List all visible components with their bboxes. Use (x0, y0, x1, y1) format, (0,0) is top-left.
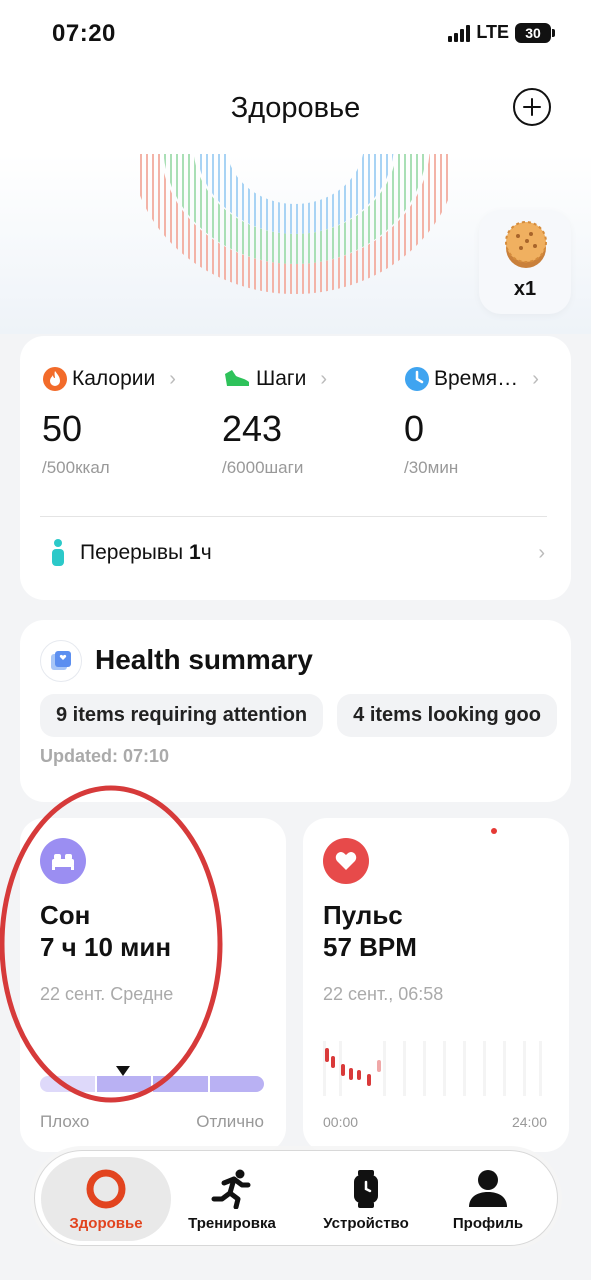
metric-value: 243 (222, 408, 283, 449)
flame-icon (43, 367, 67, 391)
chip-good[interactable]: 4 items looking goo (337, 694, 557, 737)
metric-steps[interactable]: Шаги › 243 /6000шаги (222, 366, 392, 478)
sleep-low-label: Плохо (40, 1112, 90, 1131)
summary-chips: 9 items requiring attention 4 items look… (40, 694, 557, 737)
page-title: Здоровье (230, 92, 361, 124)
top-bar: Здоровье (0, 70, 591, 154)
clock-icon (405, 367, 429, 391)
metric-value: 0 (404, 408, 425, 449)
status-bar: 07:20 LTE 30 (0, 0, 591, 70)
summary-title: Health summary (95, 644, 313, 675)
sleep-quality-bar (40, 1076, 264, 1092)
shoe-icon (225, 370, 249, 386)
cookie-icon (505, 221, 547, 268)
chip-attention[interactable]: 9 items requiring attention (40, 694, 324, 737)
metric-label: Время… (434, 367, 519, 390)
breaks-label: Перерывы (80, 541, 184, 564)
metric-goal: /30мин (404, 458, 459, 477)
metric-value: 50 (42, 408, 83, 449)
pulse-time-end: 24:00 (511, 1114, 547, 1130)
status-time: 07:20 (52, 20, 116, 47)
running-icon (210, 1169, 254, 1209)
updated-time: Updated: 07:10 (40, 746, 170, 766)
pulse-title: Пульс (323, 900, 403, 930)
sleep-value: 7 ч 10 мин (40, 932, 172, 962)
watch-icon (351, 1169, 381, 1209)
tab-profile[interactable]: Профиль (423, 1157, 553, 1241)
tab-label: Устройство (323, 1215, 409, 1232)
divider (40, 516, 547, 517)
metric-label: Шаги (256, 367, 307, 390)
notification-dot (491, 828, 497, 834)
sleep-subtitle: 22 сент. Средне (40, 984, 174, 1004)
chevron-right-icon: › (538, 542, 545, 564)
chevron-right-icon: › (320, 367, 327, 390)
network-type: LTE (476, 22, 509, 42)
reward-count: x1 (513, 278, 537, 300)
bottom-tab-bar: Здоровье Тренировка Устройство Профиль (34, 1150, 558, 1246)
metric-calories[interactable]: Калории › 50 /500ккал (42, 366, 212, 478)
tab-label: Здоровье (69, 1215, 143, 1232)
sleep-card[interactable]: Сон 7 ч 10 мин 22 сент. Средне Плохо Отл… (20, 818, 286, 1152)
battery-icon: 30 (515, 22, 555, 43)
signal-icon (448, 24, 471, 42)
pulse-card[interactable]: Пульс 57 BPM 22 сент., 06:58 00:00 24:00 (303, 818, 569, 1152)
summary-icon (40, 640, 82, 682)
pulse-time-start: 00:00 (323, 1114, 359, 1130)
pulse-mini-chart (323, 1041, 542, 1096)
activity-card: Калории › 50 /500ккал Шаги › 243 /6000ша… (20, 336, 571, 600)
breaks-row[interactable]: Перерывы 1ч (48, 538, 212, 568)
activity-rings-graphic (140, 154, 450, 294)
chevron-right-icon: › (532, 367, 539, 390)
person-icon (467, 1169, 509, 1209)
metric-label: Калории (72, 367, 156, 390)
bed-icon (40, 838, 86, 884)
add-icon[interactable] (513, 88, 551, 126)
status-indicators: LTE 30 (448, 22, 555, 43)
tab-health[interactable]: Здоровье (41, 1157, 171, 1241)
sleep-quality-marker (116, 1066, 130, 1076)
chevron-right-icon: › (169, 367, 176, 390)
metric-time[interactable]: Время… › 0 /30мин (404, 366, 564, 478)
ring-icon (85, 1169, 127, 1209)
heart-icon (323, 838, 369, 884)
tab-label: Профиль (452, 1215, 524, 1232)
breaks-unit: ч (200, 541, 212, 564)
sleep-high-label: Отлично (196, 1112, 264, 1131)
metric-goal: /500ккал (42, 458, 110, 477)
pulse-subtitle: 22 сент., 06:58 (323, 984, 444, 1004)
tab-device[interactable]: Устройство (301, 1157, 431, 1241)
tab-workout[interactable]: Тренировка (167, 1157, 297, 1241)
metric-goal: /6000шаги (222, 458, 304, 477)
breaks-value: 1 (189, 541, 201, 564)
pulse-value: 57 BPM (323, 932, 417, 962)
tab-label: Тренировка (188, 1215, 276, 1232)
health-summary-card[interactable]: Health summary 9 items requiring attenti… (20, 620, 571, 802)
standing-person-icon (52, 539, 64, 566)
reward-card[interactable]: x1 (479, 210, 571, 314)
sleep-title: Сон (40, 900, 91, 930)
